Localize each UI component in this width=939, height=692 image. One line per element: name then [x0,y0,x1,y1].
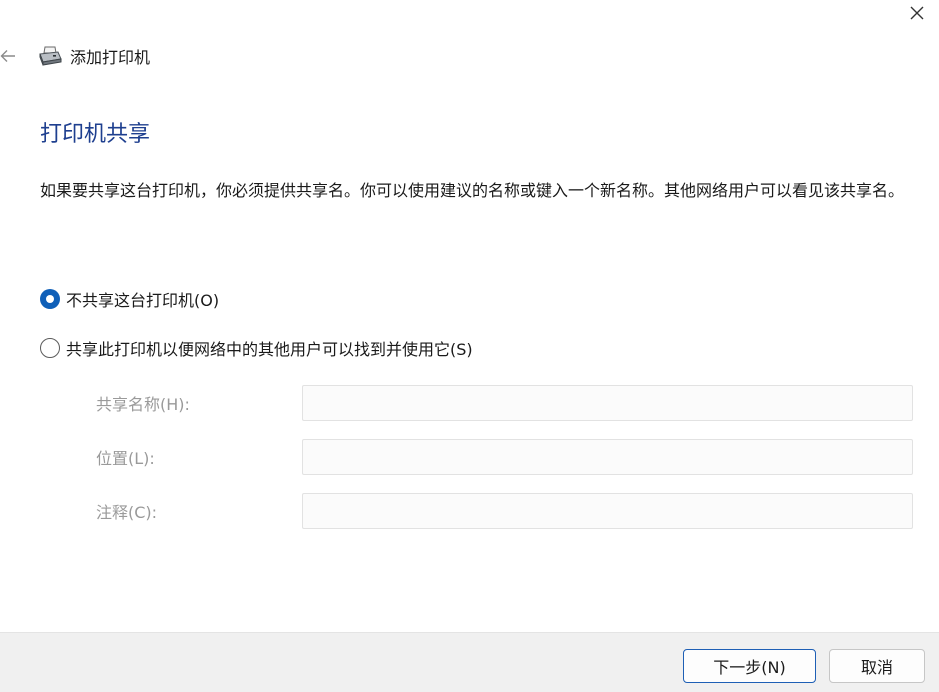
comment-label: 注释(C): [96,503,158,522]
next-button[interactable]: 下一步(N) [683,649,816,683]
share-option[interactable]: 共享此打印机以便网络中的其他用户可以找到并使用它(S) [40,337,473,359]
share-label: 共享此打印机以便网络中的其他用户可以找到并使用它(S) [66,340,473,359]
back-button[interactable] [0,44,20,68]
window-title: 添加打印机 [70,48,151,67]
share-radio[interactable] [40,338,60,358]
no-share-radio[interactable] [40,289,60,309]
page-title: 打印机共享 [40,122,151,147]
no-share-label: 不共享这台打印机(O) [66,291,220,310]
no-share-option[interactable]: 不共享这台打印机(O) [40,288,219,310]
close-button[interactable] [898,0,936,26]
share-name-label: 共享名称(H): [96,395,190,414]
back-arrow-icon [0,50,15,62]
location-input[interactable] [302,439,913,475]
cancel-button[interactable]: 取消 [829,649,925,683]
wizard-header: 添加打印机 [38,44,150,68]
add-printer-wizard-window: 添加打印机 打印机共享 如果要共享这台打印机，你必须提供共享名。你可以使用建议的… [0,0,939,692]
wizard-footer: 下一步(N) 取消 [0,632,939,692]
page-description: 如果要共享这台打印机，你必须提供共享名。你可以使用建议的名称或键入一个新名称。其… [40,181,905,200]
location-label: 位置(L): [96,449,155,468]
printer-icon [39,46,62,66]
comment-input[interactable] [302,493,913,529]
share-name-input[interactable] [302,385,913,421]
close-icon [910,6,924,20]
